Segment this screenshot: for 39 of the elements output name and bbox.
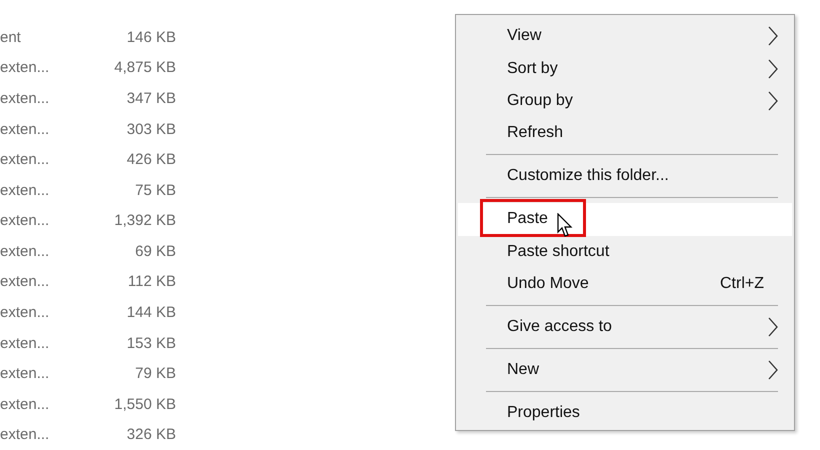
file-size: 426 KB (126, 151, 176, 168)
menu-item[interactable]: Group by (458, 84, 792, 118)
file-type: exten... (0, 90, 50, 107)
file-type: exten... (0, 304, 50, 321)
file-type: exten... (0, 242, 50, 260)
file-size: 4,875 KB (114, 59, 176, 76)
file-size: 112 KB (128, 273, 176, 290)
file-size: 69 KB (135, 242, 176, 260)
file-type: exten... (0, 396, 50, 413)
file-size: 75 KB (135, 182, 176, 199)
menu-item[interactable]: Undo Move Ctrl+Z (458, 268, 792, 300)
menu-item[interactable]: Properties (458, 396, 792, 430)
file-type: exten... (0, 334, 50, 352)
menu-item[interactable]: New (458, 354, 792, 386)
file-size: 347 KB (126, 90, 176, 107)
file-type: exten... (0, 212, 50, 230)
file-type: exten... (0, 273, 50, 290)
file-type: exten... (0, 182, 50, 199)
menu-item[interactable]: Paste shortcut (458, 236, 792, 268)
file-type: exten... (0, 120, 50, 138)
menu-item[interactable]: Sort by (458, 52, 792, 85)
file-type: exten... (0, 365, 50, 382)
file-size: 1,550 KB (114, 396, 176, 413)
file-size: 146 KB (126, 28, 176, 46)
file-size: 326 KB (126, 426, 176, 444)
file-size: 144 KB (126, 304, 176, 321)
menu-item[interactable]: Refresh (458, 117, 792, 150)
file-type: exten... (0, 426, 50, 444)
menu-item[interactable]: Give access to (458, 310, 792, 344)
file-size: 79 KB (135, 365, 176, 382)
file-size: 153 KB (126, 334, 176, 352)
file-type: exten... (0, 59, 50, 76)
menu-item[interactable]: View (458, 20, 792, 52)
file-size: 303 KB (126, 120, 176, 138)
menu-item[interactable]: Customize this folder... (458, 160, 792, 193)
file-type: exten... (0, 151, 50, 168)
shortcut-text: Ctrl+Z (720, 275, 764, 294)
file-type: ent (0, 28, 21, 46)
file-size: 1,392 KB (114, 212, 176, 230)
